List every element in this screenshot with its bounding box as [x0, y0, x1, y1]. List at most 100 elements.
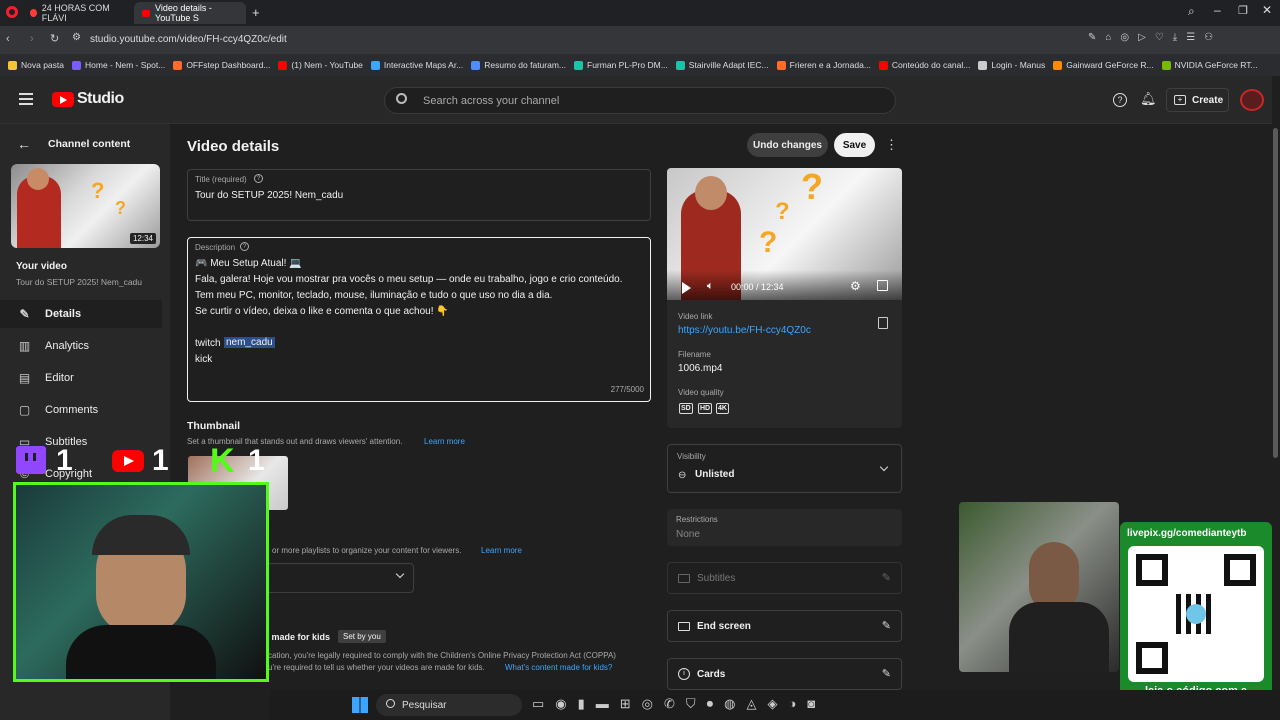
windows-start-icon[interactable]	[352, 697, 368, 713]
bookmark-label: Nova pasta	[21, 60, 64, 70]
bookmark-item[interactable]: (1) Nem - YouTube	[278, 60, 363, 70]
url-text[interactable]: studio.youtube.com/video/FH-ccy4QZ0c/edi…	[90, 34, 287, 45]
qr-url: livepix.gg/comedianteytb	[1127, 528, 1247, 539]
create-button[interactable]: + Create	[1166, 88, 1229, 112]
playlists-learn-more[interactable]: Learn more	[481, 546, 522, 555]
bookmark-label: Login - Manus	[991, 60, 1046, 70]
channel-content-link[interactable]: Channel content	[48, 138, 130, 150]
bookmark-label: Furman PL-Pro DM...	[587, 60, 668, 70]
youtube-overlay-icon	[112, 450, 144, 472]
description-label: Description	[195, 243, 236, 252]
social-counter-overlay: 1 1 K 1	[16, 444, 276, 482]
sidebar-item-details[interactable]: ✎ Details	[0, 300, 162, 328]
sidebar-item-analytics[interactable]: ▥ Analytics	[0, 332, 162, 360]
cards-edit-icon[interactable]: ✎	[882, 667, 891, 680]
search-tabs-icon[interactable]: ⌕	[1188, 4, 1195, 19]
bookmark-item[interactable]: Frieren e a Jornada...	[776, 60, 871, 70]
help-icon[interactable]: ?	[1113, 93, 1127, 107]
bookmark-item[interactable]: Stairville Adapt IEC...	[675, 60, 769, 70]
bookmark-item[interactable]: Home - Nem - Spot...	[72, 60, 165, 70]
twitch-handle-selected: nem_cadu	[224, 337, 275, 348]
page-scrollbar[interactable]	[1272, 124, 1280, 690]
bookmarks-bar: Nova pasta Home - Nem - Spot... OFFstep Da…	[0, 54, 1280, 76]
title-field[interactable]: Title (required) ? Tour do SETUP 2025! N…	[187, 169, 651, 221]
bookmark-item[interactable]: Conteúdo do canal...	[878, 60, 970, 70]
sidebar-item-label: Editor	[45, 372, 74, 384]
bookmark-icon	[72, 60, 81, 70]
bookmark-label: Stairville Adapt IEC...	[688, 60, 769, 70]
playlist-select[interactable]	[266, 563, 414, 593]
new-tab-icon[interactable]: +	[252, 5, 260, 20]
tab-1[interactable]: 24 HORAS COM FLÁVI	[22, 2, 130, 24]
taskbar-apps[interactable]: ▭◉▮▬⊞◎✆⛉⏺◍◬◈◑◙	[532, 696, 826, 712]
fullscreen-icon[interactable]	[877, 280, 888, 291]
bookmark-item[interactable]: Interactive Maps Ar...	[370, 60, 463, 70]
bookmark-item[interactable]: Furman PL-Pro DM...	[574, 60, 668, 70]
close-window-icon[interactable]: ✕	[1262, 3, 1272, 17]
bookmark-item[interactable]: OFFstep Dashboard...	[173, 60, 270, 70]
end-screen-row[interactable]: End screen ✎	[667, 610, 902, 642]
youtube-logo-icon[interactable]	[52, 92, 74, 107]
create-label: Create	[1192, 94, 1224, 106]
twitch-count: 1	[56, 444, 73, 477]
bookmark-item[interactable]: Gainward GeForce R...	[1053, 60, 1154, 70]
content-for-kids-link[interactable]: What's content made for kids?	[505, 663, 612, 672]
bookmark-label: Gainward GeForce R...	[1066, 60, 1154, 70]
browser-logo-icon[interactable]	[6, 6, 18, 18]
youtube-tab-icon	[142, 9, 151, 17]
bookmark-label: OFFstep Dashboard...	[186, 60, 271, 70]
bookmark-item[interactable]: NVIDIA GeForce RT...	[1161, 60, 1258, 70]
site-info-icon[interactable]: ⚙	[72, 32, 81, 43]
link-icon: ⊖	[678, 470, 687, 481]
bookmark-icon	[8, 60, 17, 70]
bookmark-icon	[776, 60, 786, 70]
recording-icon	[30, 9, 37, 17]
maximize-icon[interactable]: ❐	[1238, 4, 1248, 17]
end-screen-edit-icon[interactable]: ✎	[882, 619, 891, 632]
reload-icon[interactable]: ↻	[50, 32, 59, 45]
back-icon[interactable]: ‹	[6, 33, 10, 45]
quality-4k-badge: 4K	[716, 403, 729, 414]
play-icon[interactable]	[682, 282, 691, 294]
sidebar-item-editor[interactable]: ▤ Editor	[0, 364, 162, 392]
page-title: Video details	[187, 138, 280, 155]
bookmark-item[interactable]: Resumo do faturam...	[471, 60, 566, 70]
notifications-icon[interactable]: 🔔︎	[1140, 91, 1157, 107]
video-player[interactable]: ? ? ?	[667, 168, 902, 300]
sidebar-item-comments[interactable]: ▢ Comments	[0, 396, 162, 424]
title-field-value: Tour do SETUP 2025! Nem_cadu	[195, 190, 344, 201]
menu-icon[interactable]	[19, 93, 33, 105]
bookmark-item[interactable]: Nova pasta	[8, 60, 64, 70]
title-help-icon: ?	[254, 174, 263, 183]
youtube-count: 1	[152, 444, 169, 477]
undo-changes-button[interactable]: Undo changes	[747, 133, 828, 157]
taskbar-search-icon	[386, 699, 395, 708]
avatar[interactable]	[1240, 89, 1264, 111]
subtitles-edit-icon: ✎	[881, 572, 891, 584]
extension-icons[interactable]: ✎⌂◎▷♡⤓☰⚇	[1088, 32, 1222, 43]
video-link[interactable]: https://youtu.be/FH-ccy4QZ0c	[678, 325, 811, 336]
cards-row[interactable]: i Cards ✎	[667, 658, 902, 690]
bookmark-item[interactable]: Login - Manus	[978, 60, 1045, 70]
settings-icon[interactable]: ⚙	[850, 279, 861, 293]
taskbar-search[interactable]: Pesquisar	[376, 694, 522, 716]
sidebar-item-label: Analytics	[45, 340, 90, 352]
description-field[interactable]: Description ? 🎮 Meu Setup Atual! 💻 Fala,…	[187, 237, 651, 402]
set-by-you-badge: Set by you	[338, 630, 386, 643]
analytics-icon: ▥	[18, 338, 31, 353]
editor-icon: ▤	[18, 370, 31, 385]
quality-sd-badge: SD	[679, 403, 693, 414]
tab-2[interactable]: Video details - YouTube S	[134, 2, 246, 24]
search-input[interactable]: Search across your channel	[384, 87, 896, 114]
minimize-icon[interactable]: –	[1214, 3, 1221, 17]
volume-icon[interactable]: 🔈︎	[707, 280, 714, 293]
back-arrow-icon[interactable]: ←	[17, 136, 31, 152]
forward-icon[interactable]: ›	[30, 33, 34, 45]
save-button[interactable]: Save	[834, 133, 875, 157]
bookmark-label: Resumo do faturam...	[484, 60, 567, 70]
sidebar-thumbnail[interactable]: ? ? 12:34	[11, 164, 160, 248]
thumbnail-learn-more[interactable]: Learn more	[424, 437, 465, 446]
copy-icon[interactable]	[878, 317, 888, 329]
more-options-icon[interactable]: ⋮	[885, 137, 898, 153]
visibility-select[interactable]: Visibility ⊖ Unlisted	[667, 444, 902, 493]
